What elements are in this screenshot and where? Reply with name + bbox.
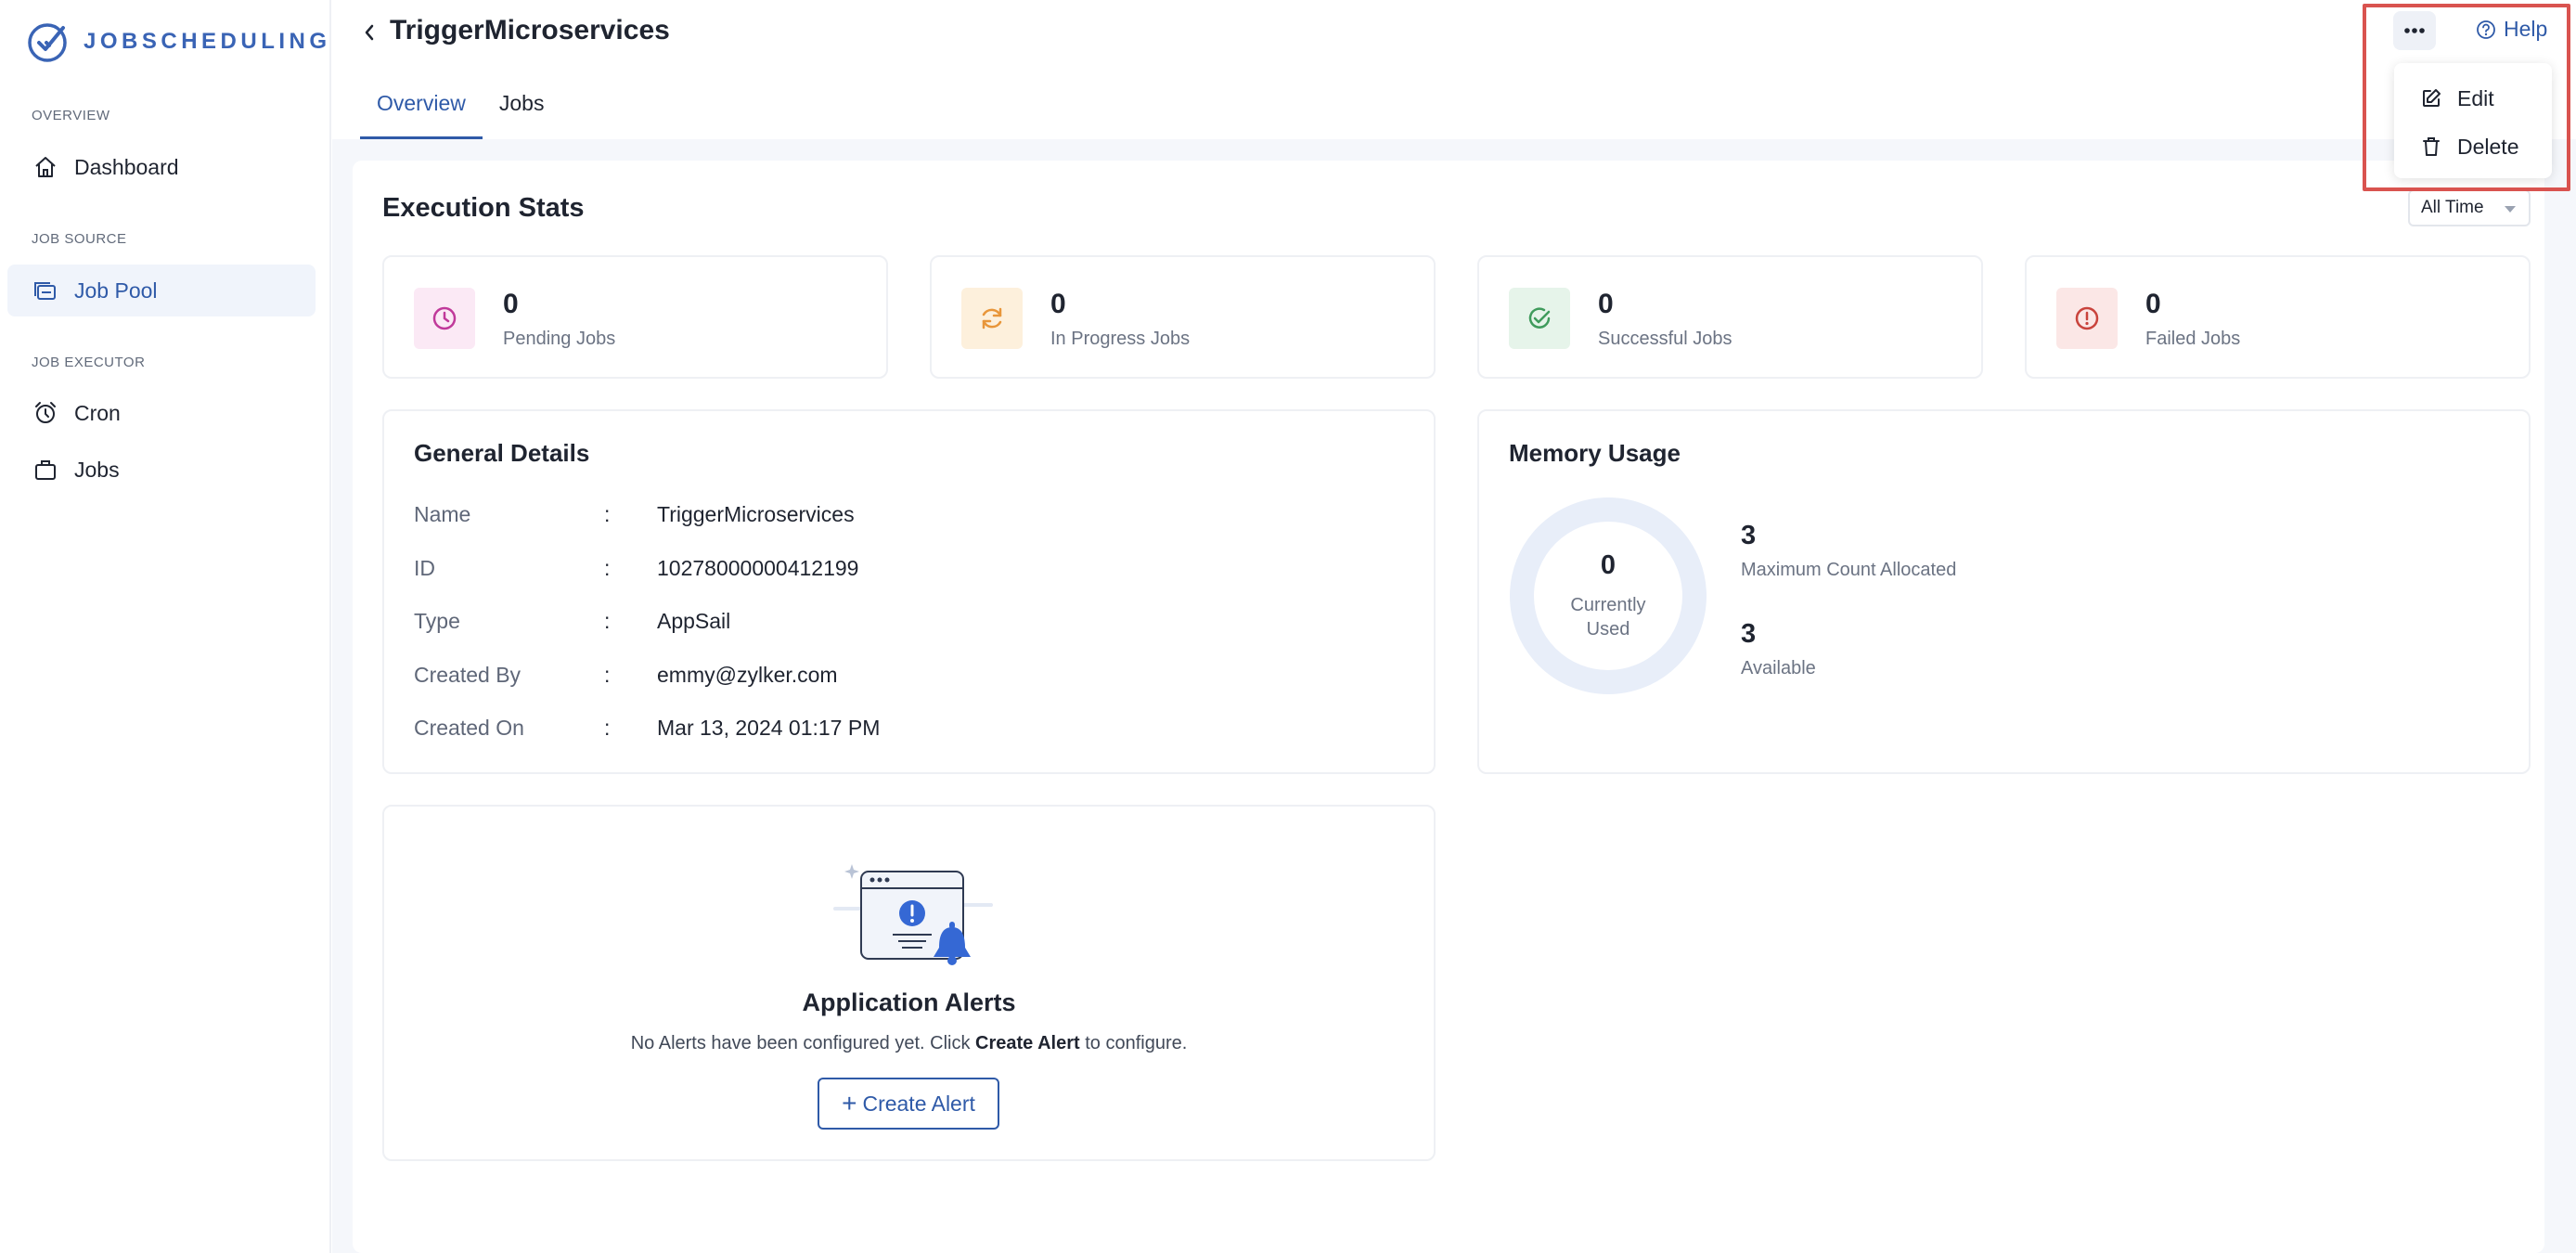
detail-value: emmy@zylker.com [657, 663, 838, 687]
stat-card-successful: 0 Successful Jobs [1477, 255, 1983, 379]
detail-key: Name [414, 502, 471, 526]
sidebar: JOBSCHEDULING OVERVIEW Dashboard JOB SOU… [0, 0, 331, 1253]
alerts-desc-bold: Create Alert [975, 1033, 1080, 1053]
memory-current-label: Currently Used [1509, 593, 1707, 641]
application-alerts-card: Application Alerts No Alerts have been c… [382, 805, 1436, 1161]
memory-available-value: 3 [1741, 619, 1757, 649]
memory-max-label: Maximum Count Allocated [1741, 560, 1957, 580]
sidebar-item-dashboard[interactable]: Dashboard [7, 141, 316, 193]
stat-value: 0 [1598, 289, 1614, 319]
alerts-desc-text-end: to configure. [1079, 1033, 1188, 1053]
sidebar-item-label: Cron [74, 400, 121, 425]
tab-bar: Overview Jobs [360, 84, 560, 139]
stat-value: 0 [1050, 289, 1066, 319]
stat-label: Successful Jobs [1598, 329, 1732, 349]
detail-value: Mar 13, 2024 01:17 PM [657, 716, 881, 740]
sidebar-item-jobs[interactable]: Jobs [7, 444, 316, 496]
alerts-desc-text: No Alerts have been configured yet. Clic… [630, 1033, 976, 1053]
memory-available-label: Available [1741, 658, 1816, 678]
detail-colon: : [604, 609, 611, 633]
execution-stats-title: Execution Stats [382, 193, 585, 223]
briefcase-icon [32, 456, 59, 484]
job-pool-icon [32, 277, 59, 304]
sidebar-item-label: Jobs [74, 457, 120, 482]
memory-max-value: 3 [1741, 521, 1757, 550]
brand[interactable]: JOBSCHEDULING [26, 20, 331, 63]
detail-colon: : [604, 716, 611, 740]
alarm-clock-icon [32, 399, 59, 427]
stat-card-in-progress: 0 In Progress Jobs [930, 255, 1436, 379]
home-icon [32, 153, 59, 181]
highlight-box [2363, 4, 2570, 191]
memory-current-label-line1: Currently [1570, 595, 1646, 615]
detail-value: 10278000000412199 [657, 556, 859, 580]
memory-current-label-line2: Used [1586, 619, 1630, 639]
alerts-title: Application Alerts [802, 988, 1016, 1016]
general-details-card: General Details Name : TriggerMicroservi… [382, 409, 1436, 774]
detail-colon: : [604, 663, 611, 687]
stat-card-failed: 0 Failed Jobs [2025, 255, 2531, 379]
sidebar-item-label: Dashboard [74, 154, 179, 179]
time-range-select[interactable]: All Time [2408, 189, 2531, 226]
memory-current-value: 0 [1600, 550, 1616, 580]
stat-value: 0 [503, 289, 519, 319]
memory-usage-card: Memory Usage 0 Currently Used 3 Maximum … [1477, 409, 2531, 774]
stat-label: Failed Jobs [2145, 329, 2241, 349]
create-alert-label: Create Alert [862, 1091, 975, 1116]
stat-card-pending: 0 Pending Jobs [382, 255, 888, 379]
clock-icon [414, 288, 475, 349]
sidebar-item-cron[interactable]: Cron [7, 387, 316, 439]
stat-label: In Progress Jobs [1050, 329, 1191, 349]
detail-colon: : [604, 556, 611, 580]
detail-value: AppSail [657, 609, 731, 633]
check-circle-icon [1509, 288, 1570, 349]
tab-jobs[interactable]: Jobs [483, 84, 561, 139]
nav-section-job-source: JOB SOURCE [32, 231, 127, 247]
chevron-left-icon [365, 24, 374, 41]
page-title: TriggerMicroservices [390, 15, 670, 45]
detail-key: Created By [414, 663, 522, 687]
memory-usage-title: Memory Usage [1509, 439, 1681, 467]
detail-key: ID [414, 556, 435, 580]
stat-label: Pending Jobs [503, 329, 616, 349]
sidebar-item-job-pool[interactable]: Job Pool [7, 265, 316, 316]
general-details-title: General Details [414, 439, 590, 467]
alerts-description: No Alerts have been configured yet. Clic… [384, 1033, 1434, 1054]
sidebar-item-label: Job Pool [74, 278, 158, 303]
refresh-icon [961, 288, 1023, 349]
brand-name: JOBSCHEDULING [84, 29, 331, 54]
time-range-value: All Time [2421, 198, 2484, 217]
alert-circle-icon [2056, 288, 2118, 349]
detail-key: Type [414, 609, 460, 633]
alert-bell-illustration-icon [833, 864, 993, 965]
brand-logo-icon [28, 23, 67, 62]
create-alert-button[interactable]: + Create Alert [818, 1078, 999, 1130]
detail-value: TriggerMicroservices [657, 502, 855, 526]
nav-section-overview: OVERVIEW [32, 108, 110, 123]
back-button[interactable] [357, 17, 381, 48]
caret-down-icon [2505, 206, 2516, 213]
stat-value: 0 [2145, 289, 2161, 319]
nav-section-job-executor: JOB EXECUTOR [32, 355, 146, 370]
plus-icon: + [842, 1089, 857, 1117]
tab-overview[interactable]: Overview [360, 84, 483, 139]
detail-key: Created On [414, 716, 524, 740]
detail-colon: : [604, 502, 611, 526]
